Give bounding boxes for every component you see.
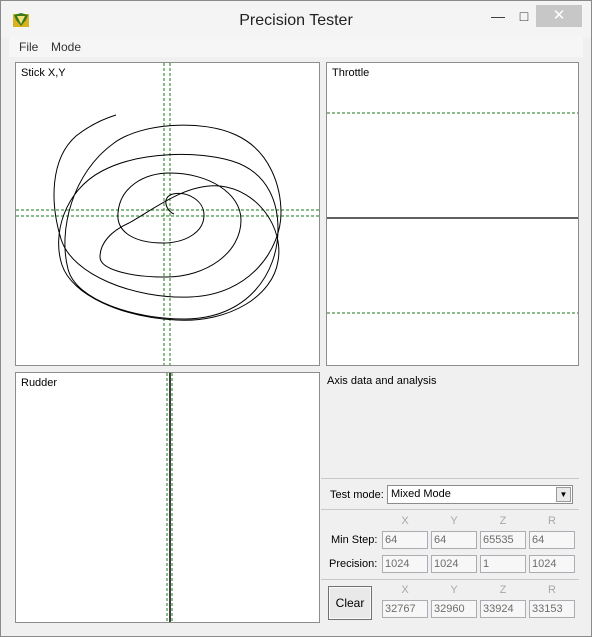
precision-label: Precision: xyxy=(329,558,378,570)
menu-mode[interactable]: Mode xyxy=(51,40,81,54)
menu-bar: File Mode xyxy=(9,37,583,57)
settings-header-z: Z xyxy=(499,515,507,527)
min-step-z-field[interactable]: 65535 xyxy=(480,531,526,549)
rudder-plot xyxy=(166,373,173,622)
min-step-y-field[interactable]: 64 xyxy=(431,531,477,549)
menu-file[interactable]: File xyxy=(19,40,38,54)
analysis-area: Axis data and analysis xyxy=(321,369,579,477)
precision-y-field[interactable]: 1024 xyxy=(431,555,477,573)
current-r-field[interactable]: 33153 xyxy=(529,600,575,618)
analysis-label: Axis data and analysis xyxy=(327,375,437,387)
current-header-z: Z xyxy=(499,584,507,596)
test-mode-group xyxy=(321,478,579,479)
settings-group xyxy=(321,509,579,510)
clear-button[interactable]: Clear xyxy=(328,586,372,620)
precision-z-field[interactable]: 1 xyxy=(480,555,526,573)
throttle-plot xyxy=(327,112,578,314)
current-x-field[interactable]: 32767 xyxy=(382,600,428,618)
test-mode-label: Test mode: xyxy=(330,489,384,501)
current-header-x: X xyxy=(401,584,409,596)
minimize-button[interactable]: — xyxy=(484,5,512,27)
min-step-r-field[interactable]: 64 xyxy=(529,531,575,549)
min-step-label: Min Step: xyxy=(331,534,378,546)
precision-x-field[interactable]: 1024 xyxy=(382,555,428,573)
chevron-down-icon[interactable]: ▼ xyxy=(556,487,571,502)
test-mode-value: Mixed Mode xyxy=(391,488,451,500)
current-header-r: R xyxy=(548,584,556,596)
app-window: Precision Tester — □ ✕ File Mode Stick X… xyxy=(0,0,592,637)
maximize-button[interactable]: □ xyxy=(510,5,538,27)
precision-r-field[interactable]: 1024 xyxy=(529,555,575,573)
settings-header-r: R xyxy=(548,515,556,527)
current-y-field[interactable]: 32960 xyxy=(431,600,477,618)
title-bar: Precision Tester — □ ✕ xyxy=(1,1,591,37)
current-header-y: Y xyxy=(450,584,458,596)
current-group xyxy=(321,579,579,580)
current-z-field[interactable]: 33924 xyxy=(480,600,526,618)
stick-xy-plot xyxy=(16,63,319,365)
settings-header-x: X xyxy=(401,515,409,527)
throttle-panel: Throttle xyxy=(326,62,579,366)
stick-trace xyxy=(53,114,282,321)
min-step-x-field[interactable]: 64 xyxy=(382,531,428,549)
settings-header-y: Y xyxy=(450,515,458,527)
test-mode-select[interactable]: Mixed Mode ▼ xyxy=(387,485,573,504)
close-button[interactable]: ✕ xyxy=(536,5,582,27)
rudder-panel: Rudder xyxy=(15,372,320,623)
stick-xy-panel: Stick X,Y xyxy=(15,62,320,366)
